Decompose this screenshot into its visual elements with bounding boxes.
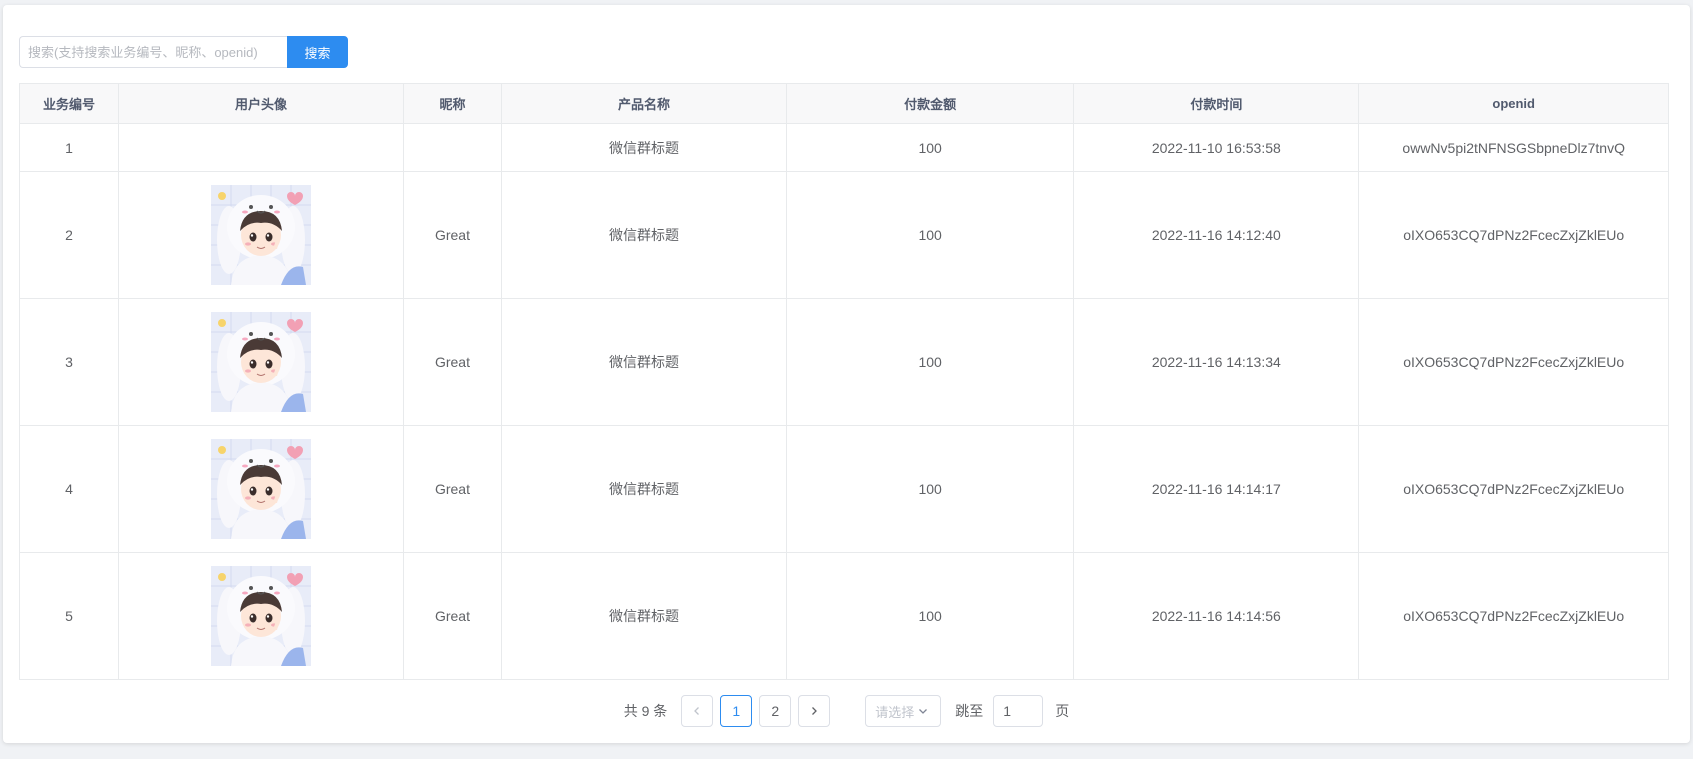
table-header-row: 业务编号 用户头像 昵称 产品名称 付款金额 付款时间 openid	[19, 83, 1669, 124]
cell-nickname: Great	[403, 425, 502, 553]
cell-paid-at: 2022-11-16 14:14:17	[1073, 425, 1360, 553]
cell-paid-at: 2022-11-16 14:14:56	[1073, 552, 1360, 680]
header-id: 业务编号	[19, 83, 119, 124]
cell-paid-at: 2022-11-16 14:13:34	[1073, 298, 1360, 426]
cell-amount: 100	[786, 171, 1075, 299]
header-openid: openid	[1358, 83, 1669, 124]
search-button[interactable]: 搜索	[287, 36, 348, 68]
cell-openid: oIXO653CQ7dPNz2FcecZxjZklEUo	[1358, 171, 1669, 299]
cell-product: 微信群标题	[500, 298, 788, 426]
search-bar: 搜索	[19, 36, 348, 68]
cell-id: 1	[19, 123, 119, 172]
cell-amount: 100	[786, 425, 1075, 553]
cell-openid: oIXO653CQ7dPNz2FcecZxjZklEUo	[1358, 552, 1669, 680]
user-avatar	[210, 566, 311, 666]
page-size-placeholder: 请选择	[875, 704, 915, 720]
table-row: 2 Great 微信群标题 100 2022-11-16 14:12:40 oIXO65…	[19, 171, 1669, 299]
table-body: 1 微信群标题 100 2022-11-10 16:53:58 owwNv5pi2tNF…	[19, 123, 1669, 680]
cell-openid: oIXO653CQ7dPNz2FcecZxjZklEUo	[1358, 425, 1669, 553]
cell-avatar	[117, 552, 405, 680]
cell-product: 微信群标题	[500, 123, 788, 172]
header-paid-at: 付款时间	[1073, 83, 1360, 124]
cell-amount: 100	[786, 298, 1075, 426]
cell-id: 3	[19, 298, 119, 426]
next-page-button[interactable]	[798, 695, 831, 727]
total-count: 共 9 条	[623, 703, 668, 719]
page-button-1[interactable]: 1	[720, 695, 753, 727]
page-size-select[interactable]: 请选择	[865, 695, 942, 727]
header-amount: 付款金额	[786, 83, 1075, 124]
cell-id: 5	[19, 552, 119, 680]
table-row: 3 Great 微信群标题 100 2022-11-16 14:13:34 oIXO65…	[19, 298, 1669, 426]
page-button-2[interactable]: 2	[759, 695, 792, 727]
table-row: 5 Great 微信群标题 100 2022-11-16 14:14:56 oIXO65…	[19, 552, 1669, 680]
chevron-left-icon	[694, 707, 700, 715]
cell-avatar	[117, 171, 405, 299]
cell-avatar	[117, 123, 405, 172]
jump-label: 跳至	[955, 703, 984, 719]
cell-product: 微信群标题	[500, 552, 788, 680]
cell-product: 微信群标题	[500, 171, 788, 299]
payment-table: 业务编号 用户头像 昵称 产品名称 付款金额 付款时间 openid 1 微信群标…	[19, 83, 1669, 680]
cell-paid-at: 2022-11-10 16:53:58	[1073, 123, 1360, 172]
user-avatar	[210, 312, 311, 412]
content-card: 搜索 业务编号 用户头像 昵称 产品名称 付款金额 付款时间 openid 1 微…	[3, 5, 1690, 743]
chevron-right-icon	[812, 707, 818, 715]
cell-nickname: Great	[403, 298, 502, 426]
header-nickname: 昵称	[403, 83, 502, 124]
cell-id: 2	[19, 171, 119, 299]
prev-page-button[interactable]	[681, 695, 714, 727]
cell-openid: oIXO653CQ7dPNz2FcecZxjZklEUo	[1358, 298, 1669, 426]
header-avatar: 用户头像	[117, 83, 405, 124]
table-row: 1 微信群标题 100 2022-11-10 16:53:58 owwNv5pi2tNF…	[19, 123, 1669, 172]
cell-openid: owwNv5pi2tNFNSGSbpneDlz7tnvQ	[1358, 123, 1669, 172]
cell-paid-at: 2022-11-16 14:12:40	[1073, 171, 1360, 299]
cell-amount: 100	[786, 552, 1075, 680]
search-input[interactable]	[19, 36, 287, 68]
cell-nickname: Great	[403, 552, 502, 680]
table-row: 4 Great 微信群标题 100 2022-11-16 14:14:17 oIXO65…	[19, 425, 1669, 553]
user-avatar	[210, 185, 311, 285]
cell-avatar	[117, 298, 405, 426]
pagination: 共 9 条 1 2 请选择 跳至 页	[0, 695, 1693, 727]
jump-page-input[interactable]	[993, 695, 1044, 727]
cell-amount: 100	[786, 123, 1075, 172]
user-avatar	[210, 439, 311, 539]
cell-id: 4	[19, 425, 119, 553]
cell-product: 微信群标题	[500, 425, 788, 553]
cell-avatar	[117, 425, 405, 553]
header-product: 产品名称	[500, 83, 788, 124]
chevron-down-icon	[919, 709, 928, 714]
cell-nickname	[403, 123, 502, 172]
cell-nickname: Great	[403, 171, 502, 299]
page-suffix: 页	[1055, 703, 1070, 719]
